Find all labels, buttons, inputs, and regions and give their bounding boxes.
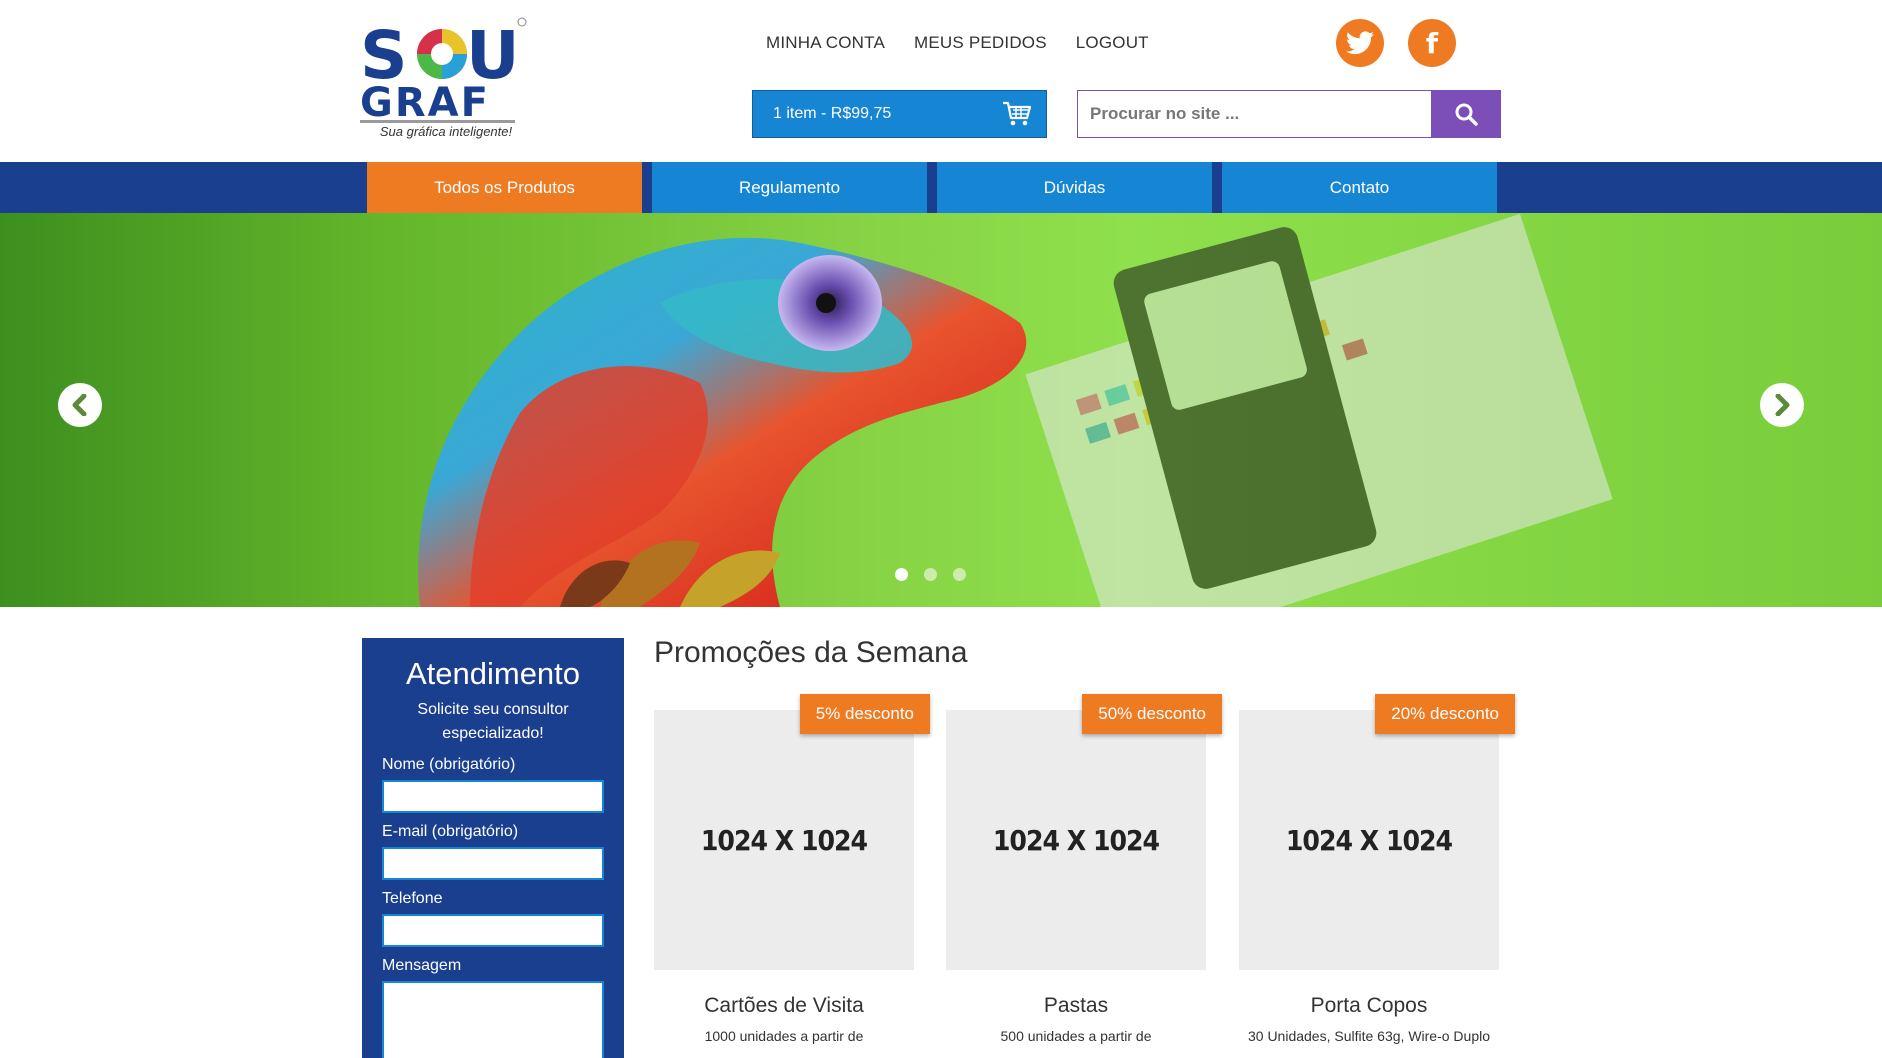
chevron-left-icon — [72, 394, 87, 416]
search-icon — [1455, 103, 1478, 126]
product-description: 30 Unidades, Sulfite 63g, Wire-o Duplo — [1247, 1028, 1491, 1044]
logo-graphic: S U GRAF — [360, 17, 527, 126]
contact-form-subtitle: Solicite seu consultor especializado! — [417, 701, 569, 742]
product-description: 500 unidades a partir de — [1000, 1028, 1152, 1044]
facebook-button[interactable]: f — [1408, 19, 1456, 67]
phone-field[interactable] — [382, 914, 604, 947]
nav-contact[interactable]: Contato — [1222, 162, 1497, 213]
facebook-icon: f — [1425, 26, 1439, 60]
product-card[interactable]: 1024 X 1024 5% desconto Cartões de Visit… — [654, 694, 930, 1044]
discount-badge: 50% desconto — [1082, 694, 1222, 734]
cart-button[interactable]: 1 item - R$99,75 — [752, 90, 1047, 138]
promotions-title: Promoções da Semana — [654, 636, 968, 669]
cart-icon — [1003, 101, 1032, 126]
search-button[interactable] — [1431, 91, 1500, 137]
name-field[interactable] — [382, 780, 604, 813]
nav-faq[interactable]: Dúvidas — [937, 162, 1212, 213]
cart-summary: 1 item - R$99,75 — [773, 105, 892, 122]
product-image-placeholder: 1024 X 1024 — [1239, 710, 1499, 970]
svg-text:GRAF: GRAF — [360, 80, 490, 124]
nav-all-products[interactable]: Todos os Produtos — [367, 162, 642, 213]
phone-label: Telefone — [382, 890, 443, 907]
chevron-right-icon — [1775, 394, 1790, 416]
hero-image — [418, 213, 1613, 607]
carousel-dot[interactable] — [895, 568, 908, 581]
site-logo[interactable]: S U GRAF Sua gráfica inteligente! — [360, 16, 530, 144]
contact-form-title: Atendimento — [405, 656, 581, 691]
name-label: Nome (obrigatório) — [382, 756, 516, 773]
my-orders-link[interactable]: MEUS PEDIDOS — [914, 33, 1047, 53]
carousel-dots — [895, 568, 966, 581]
page: S U GRAF Sua gráfica inteligente! MINHA … — [0, 0, 1882, 1058]
product-card[interactable]: 1024 X 1024 20% desconto Porta Copos 30 … — [1239, 694, 1515, 1044]
email-field[interactable] — [382, 847, 604, 880]
product-name[interactable]: Porta Copos — [1239, 994, 1499, 1018]
product-image-placeholder: 1024 X 1024 — [946, 710, 1206, 970]
main-nav: Todos os Produtos Regulamento Dúvidas Co… — [0, 162, 1882, 213]
product-name[interactable]: Pastas — [946, 994, 1206, 1018]
email-label: E-mail (obrigatório) — [382, 823, 519, 840]
site-header: S U GRAF Sua gráfica inteligente! MINHA … — [0, 0, 1882, 162]
contact-form-panel: Atendimento Solicite seu consultor espec… — [362, 638, 624, 1058]
site-search — [1077, 90, 1501, 138]
logout-link[interactable]: LOGOUT — [1076, 33, 1149, 53]
product-name[interactable]: Cartões de Visita — [654, 994, 914, 1018]
discount-badge: 20% desconto — [1375, 694, 1515, 734]
account-links: MINHA CONTA MEUS PEDIDOS LOGOUT — [766, 33, 1149, 53]
logo-tagline: Sua gráfica inteligente! — [379, 124, 513, 139]
product-image-placeholder: 1024 X 1024 — [654, 710, 914, 970]
carousel-prev-button[interactable] — [58, 383, 102, 427]
message-label: Mensagem — [382, 957, 462, 974]
twitter-button[interactable] — [1336, 19, 1384, 67]
product-description: 1000 unidades a partir de — [704, 1028, 864, 1044]
hero-carousel[interactable] — [0, 213, 1882, 607]
message-field[interactable] — [382, 981, 604, 1058]
discount-badge: 5% desconto — [799, 694, 930, 734]
my-account-link[interactable]: MINHA CONTA — [766, 33, 885, 53]
search-input[interactable] — [1078, 91, 1432, 137]
twitter-icon — [1346, 31, 1374, 55]
product-card[interactable]: 1024 X 1024 50% desconto Pastas 500 unid… — [946, 694, 1222, 1044]
carousel-next-button[interactable] — [1760, 383, 1804, 427]
carousel-dot[interactable] — [953, 568, 966, 581]
carousel-dot[interactable] — [924, 568, 937, 581]
nav-regulations[interactable]: Regulamento — [652, 162, 927, 213]
